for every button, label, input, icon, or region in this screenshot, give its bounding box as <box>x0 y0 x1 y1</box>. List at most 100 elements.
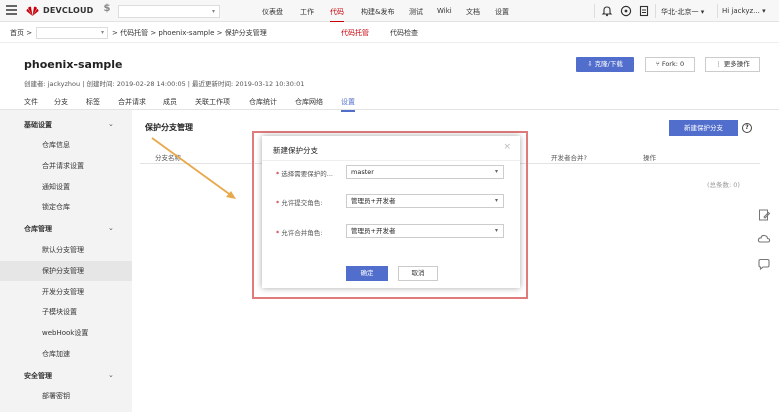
chevron-down-icon: ▾ <box>762 7 766 15</box>
col-action: 操作 <box>643 154 656 162</box>
annotation-arrow <box>151 137 236 199</box>
nav-settings[interactable]: 设置 <box>495 7 509 17</box>
fork-button[interactable]: ⑂ Fork: 0 <box>645 57 695 72</box>
sidebar-item-notify-settings[interactable]: 通知设置 <box>0 177 132 197</box>
commit-role-label: * 允许提交角色: <box>276 197 322 207</box>
top-bar: DEVCLOUD $ ▾ 仪表盘 工作 代码 构建&发布 测试 Wiki 文档 … <box>0 0 779 23</box>
repo-name: phoenix-sample <box>24 58 123 71</box>
chevron-down-icon: ▾ <box>700 8 705 16</box>
nav-docs[interactable]: 文档 <box>466 7 480 17</box>
user-label: Hi jackyz... <box>722 7 760 15</box>
region-select[interactable]: 华北-北京一 ▾ <box>661 7 704 17</box>
chevron-down-icon: ▾ <box>494 197 498 204</box>
edit-doc-icon[interactable] <box>757 208 771 222</box>
required-mark: * <box>276 199 280 207</box>
tab-code-check[interactable]: 代码检查 <box>390 28 418 38</box>
cancel-button[interactable]: 取消 <box>398 266 438 281</box>
sidebar-group-basic[interactable]: 基础设置 <box>24 120 52 130</box>
nav-wiki[interactable]: Wiki <box>437 7 452 15</box>
tab-linked-work-items[interactable]: 关联工作项 <box>195 97 230 107</box>
more-label: 更多操作 <box>723 60 750 68</box>
sidebar-item-submodule[interactable]: 子模块设置 <box>0 302 132 322</box>
tab-code-hosting[interactable]: 代码托管 <box>341 28 369 38</box>
chevron-down-icon: ▾ <box>494 168 498 175</box>
nav-work[interactable]: 工作 <box>300 7 314 17</box>
breadcrumb-path[interactable]: > 代码托管 > phoenix-sample > 保护分支管理 <box>112 28 267 38</box>
repo-meta: 创建者: jackyzhou | 创建时间: 2019-02-28 14:00:… <box>24 80 305 88</box>
merge-role-label-text: 允许合并角色: <box>281 229 323 237</box>
question-icon[interactable]: ? <box>742 123 752 133</box>
branch-select[interactable]: master ▾ <box>346 165 504 179</box>
branch-select-value: master <box>351 168 374 176</box>
sidebar-item-lock-repo[interactable]: 锁定仓库 <box>0 197 132 217</box>
more-icon: ⋮ <box>715 60 724 68</box>
project-select[interactable]: ▾ <box>118 5 220 18</box>
dollar-icon[interactable]: $ <box>101 3 113 18</box>
chevron-down-icon: ▾ <box>494 227 498 234</box>
tab-members[interactable]: 成员 <box>163 97 177 107</box>
bell-icon[interactable] <box>601 5 613 17</box>
doc-icon[interactable] <box>638 5 650 17</box>
tab-tags[interactable]: 标签 <box>86 97 100 107</box>
close-icon[interactable]: × <box>503 142 511 152</box>
huawei-logo-icon <box>26 6 39 17</box>
chevron-down-icon[interactable]: ⌄ <box>108 371 114 379</box>
tab-branches[interactable]: 分支 <box>54 97 68 107</box>
chevron-down-icon[interactable]: ⌄ <box>108 120 114 128</box>
new-protected-branch-button[interactable]: 新建保护分支 <box>669 120 738 136</box>
commit-role-label-text: 允许提交角色: <box>281 199 323 207</box>
sidebar: 基础设置 ⌄ 仓库信息 合并请求设置 通知设置 锁定仓库 仓库管理 ⌄ 默认分支… <box>0 110 132 412</box>
chevron-down-icon[interactable]: ⌄ <box>108 224 114 232</box>
sidebar-group-security[interactable]: 安全管理 <box>24 371 52 381</box>
sidebar-item-default-branch[interactable]: 默认分支管理 <box>0 240 132 260</box>
tab-repo-network[interactable]: 仓库网络 <box>295 97 323 107</box>
new-protected-branch-dialog: 新建保护分支 × * 选择需要保护的... master ▾ * 允许提交角色: 管理… <box>262 136 520 288</box>
commit-role-select[interactable]: 管理员+开发者 ▾ <box>346 194 504 208</box>
dialog-title: 新建保护分支 <box>273 146 318 155</box>
chevron-down-icon: ▾ <box>211 8 215 15</box>
nav-test[interactable]: 测试 <box>409 7 423 17</box>
sidebar-item-repo-accelerate[interactable]: 仓库加速 <box>0 344 132 364</box>
menu-icon[interactable] <box>6 5 17 16</box>
cloud-icon[interactable] <box>757 232 771 246</box>
tab-repo-stats[interactable]: 仓库统计 <box>249 97 277 107</box>
sidebar-item-merge-settings[interactable]: 合并请求设置 <box>0 156 132 176</box>
breadcrumb-home[interactable]: 首页 > <box>10 28 32 38</box>
clone-download-button[interactable]: ⇩ 克隆/下载 <box>576 57 634 72</box>
sidebar-item-dev-branch[interactable]: 开发分支管理 <box>0 282 132 302</box>
fork-label: Fork: 0 <box>661 60 685 68</box>
tab-files[interactable]: 文件 <box>24 97 38 107</box>
sidebar-item-repo-info[interactable]: 仓库信息 <box>0 135 132 155</box>
breadcrumb-bar: 首页 > ▾ > 代码托管 > phoenix-sample > 保护分支管理 … <box>0 22 779 43</box>
brand-name: DEVCLOUD <box>43 6 94 15</box>
page-title: 保护分支管理 <box>145 123 193 132</box>
sidebar-item-webhook[interactable]: webHook设置 <box>0 323 132 343</box>
sidebar-group-repo-manage[interactable]: 仓库管理 <box>24 224 52 234</box>
nav-dashboard[interactable]: 仪表盘 <box>262 7 283 17</box>
more-actions-button[interactable]: ⋮ 更多操作 <box>705 57 760 72</box>
divider <box>717 4 718 18</box>
divider <box>655 4 656 18</box>
branch-select-label-text: 选择需要保护的... <box>281 170 333 178</box>
help-icon[interactable] <box>620 5 632 17</box>
tab-settings[interactable]: 设置 <box>341 97 355 112</box>
sidebar-item-protected-branch[interactable]: 保护分支管理 <box>0 261 132 281</box>
sidebar-item-deploy-keys[interactable]: 部署密钥 <box>0 386 132 406</box>
user-menu[interactable]: Hi jackyz... ▾ <box>722 7 766 15</box>
tab-merge-requests[interactable]: 合并请求 <box>118 97 146 107</box>
nav-build-release[interactable]: 构建&发布 <box>361 7 394 17</box>
commit-role-value: 管理员+开发者 <box>351 197 396 205</box>
required-mark: * <box>276 170 280 178</box>
chevron-down-icon: ▾ <box>100 29 104 36</box>
divider <box>594 4 595 18</box>
branch-select-label: * 选择需要保护的... <box>276 168 333 178</box>
merge-role-select[interactable]: 管理员+开发者 ▾ <box>346 224 504 238</box>
region-label: 华北-北京一 <box>661 8 699 16</box>
chat-icon[interactable] <box>757 257 771 271</box>
confirm-button[interactable]: 确定 <box>346 266 388 281</box>
total-count: (总条数: 0) <box>707 181 740 189</box>
breadcrumb-project-select[interactable]: ▾ <box>36 27 108 39</box>
nav-code[interactable]: 代码 <box>330 7 344 23</box>
merge-role-label: * 允许合并角色: <box>276 227 322 237</box>
dialog-divider <box>262 160 520 161</box>
